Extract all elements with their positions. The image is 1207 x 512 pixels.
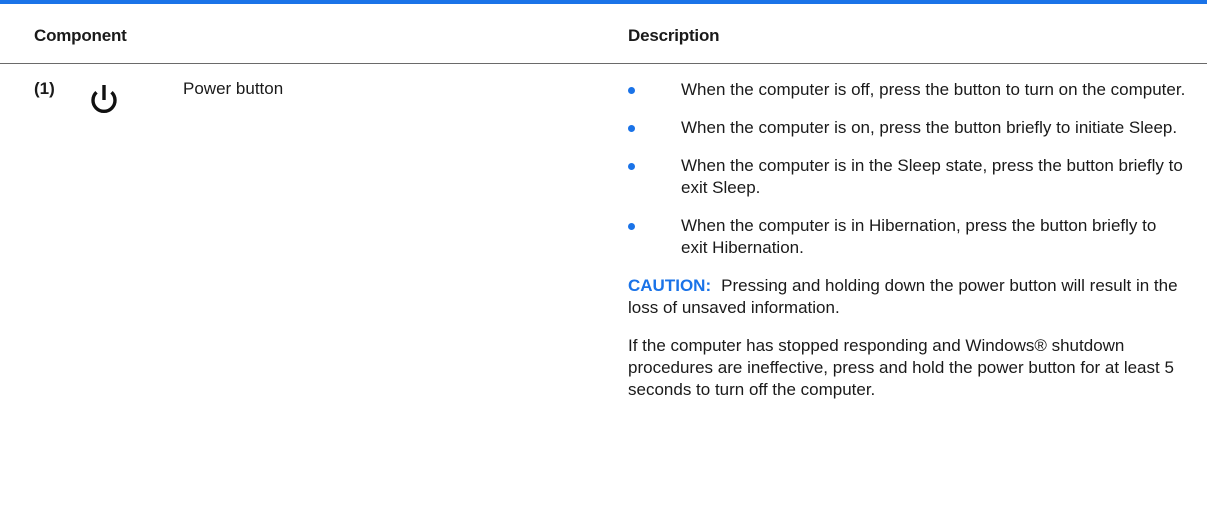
- bullet-icon: [628, 163, 635, 170]
- bullet-text: When the computer is in the Sleep state,…: [681, 156, 1183, 197]
- list-item: When the computer is in Hibernation, pre…: [628, 215, 1186, 259]
- list-item: When the computer is on, press the butto…: [628, 117, 1186, 139]
- description-bullets: When the computer is off, press the butt…: [628, 79, 1188, 259]
- header-component: Component: [34, 26, 127, 45]
- bullet-text: When the computer is on, press the butto…: [681, 118, 1178, 137]
- row-number: (1): [34, 79, 55, 98]
- component-name: Power button: [183, 79, 284, 98]
- description-note: If the computer has stopped responding a…: [628, 336, 1174, 399]
- description-cell: When the computer is off, press the butt…: [628, 79, 1188, 401]
- list-item: When the computer is in the Sleep state,…: [628, 155, 1186, 199]
- header-description: Description: [628, 26, 720, 45]
- caution-note: CAUTION: Pressing and holding down the po…: [628, 275, 1188, 319]
- bullet-icon: [628, 223, 635, 230]
- bullet-text: When the computer is in Hibernation, pre…: [681, 216, 1157, 257]
- power-icon: [84, 80, 124, 120]
- bullet-icon: [628, 125, 635, 132]
- bullet-icon: [628, 87, 635, 94]
- bullet-text: When the computer is off, press the butt…: [681, 80, 1186, 99]
- list-item: When the computer is off, press the butt…: [628, 79, 1186, 101]
- table-header: Component Description: [0, 4, 1207, 64]
- caution-label: CAUTION:: [628, 276, 712, 295]
